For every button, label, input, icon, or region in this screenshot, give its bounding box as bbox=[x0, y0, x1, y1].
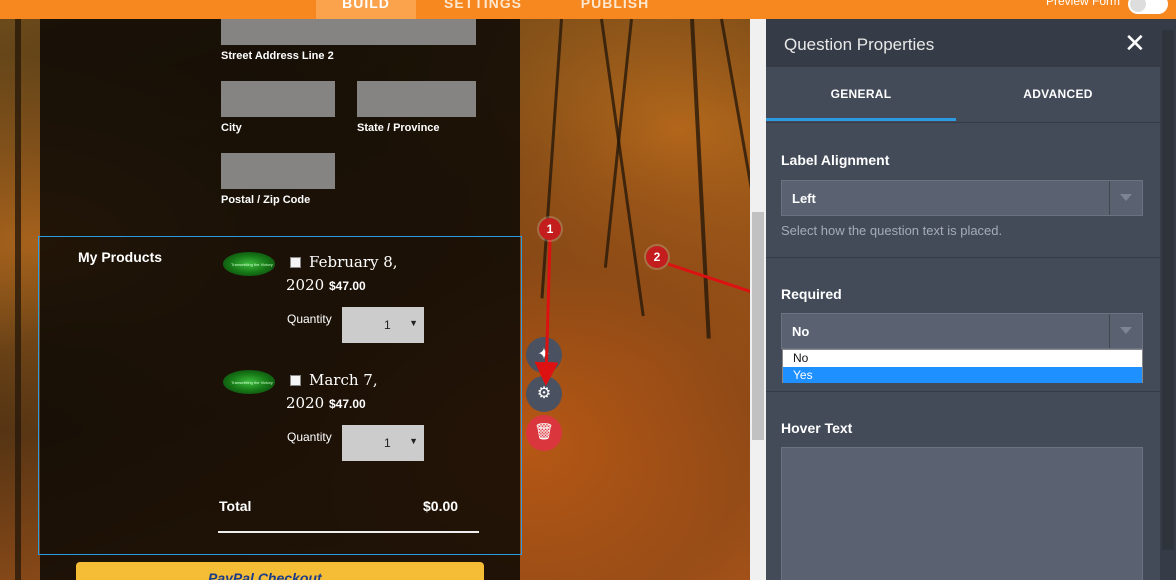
street-line2-input[interactable] bbox=[221, 19, 476, 45]
product-checkbox[interactable] bbox=[290, 375, 301, 386]
annotation-badge-2: 2 bbox=[646, 246, 668, 268]
city-label: City bbox=[221, 122, 242, 134]
chevron-down-icon: ▼ bbox=[409, 436, 418, 446]
gear-icon[interactable]: ⚙ bbox=[526, 376, 562, 412]
product-name-line2: 2020 bbox=[286, 394, 325, 412]
quantity-select[interactable]: 1 ▼ bbox=[342, 307, 424, 343]
product-price: $47.00 bbox=[328, 397, 366, 411]
thumbnail-text: Transmitting the Victory bbox=[231, 380, 273, 385]
close-icon[interactable]: ✕ bbox=[1124, 30, 1146, 56]
required-option-yes[interactable]: Yes bbox=[783, 367, 1142, 383]
required-value: No bbox=[792, 324, 810, 339]
canvas-scrollbar-thumb[interactable] bbox=[752, 212, 764, 440]
city-input[interactable] bbox=[221, 81, 335, 117]
top-bar: BUILD SETTINGS PUBLISH Preview Form bbox=[0, 0, 1176, 19]
paypal-checkout-button[interactable]: PayPal Checkout bbox=[76, 562, 484, 580]
required-options-list: No Yes bbox=[782, 349, 1143, 383]
label-alignment-hint: Select how the question text is placed. bbox=[781, 223, 1003, 238]
hover-text-input[interactable] bbox=[781, 447, 1143, 580]
chevron-down-icon bbox=[1120, 327, 1132, 334]
panel-title: Question Properties bbox=[784, 35, 935, 54]
trash-icon[interactable]: 🗑 bbox=[526, 415, 562, 451]
quantity-value: 1 bbox=[384, 318, 391, 332]
panel-scrollbar-thumb[interactable] bbox=[1162, 30, 1174, 550]
street-line2-label: Street Address Line 2 bbox=[221, 50, 334, 62]
label-alignment-select[interactable]: Left bbox=[781, 180, 1143, 216]
product-thumbnail: Transmitting the Victory bbox=[223, 370, 275, 394]
section-divider bbox=[766, 257, 1160, 258]
label-alignment-value: Left bbox=[792, 191, 816, 206]
thumbnail-text: Transmitting the Victory bbox=[231, 262, 273, 267]
required-option-no[interactable]: No bbox=[783, 350, 1142, 366]
products-title: My Products bbox=[78, 249, 163, 265]
section-divider bbox=[766, 391, 1160, 392]
annotation-badge-1: 1 bbox=[539, 218, 561, 240]
product-name-line2: 2020 bbox=[286, 276, 325, 294]
product-name: February 8, 2020 $47.00 bbox=[286, 251, 398, 298]
hover-text-heading: Hover Text bbox=[781, 420, 853, 436]
select-separator bbox=[1109, 181, 1110, 215]
quantity-label: Quantity bbox=[287, 430, 332, 444]
tab-settings[interactable]: SETTINGS bbox=[418, 0, 548, 19]
postal-input[interactable] bbox=[221, 153, 335, 189]
preview-form-label: Preview Form bbox=[1045, 0, 1120, 8]
select-separator bbox=[1109, 314, 1110, 348]
quantity-value: 1 bbox=[384, 436, 391, 450]
tab-build[interactable]: BUILD bbox=[316, 0, 416, 19]
product-name-line1: March 7, bbox=[309, 371, 378, 389]
product-name-line1: February 8, bbox=[309, 253, 398, 271]
state-input[interactable] bbox=[357, 81, 476, 117]
quantity-select[interactable]: 1 ▼ bbox=[342, 425, 424, 461]
tab-advanced[interactable]: ADVANCED bbox=[960, 67, 1156, 121]
product-thumbnail: Transmitting the Victory bbox=[223, 252, 275, 276]
postal-label: Postal / Zip Code bbox=[221, 194, 311, 206]
total-value: $0.00 bbox=[423, 498, 459, 514]
wand-icon[interactable]: ✦ bbox=[526, 337, 562, 373]
required-select[interactable]: No bbox=[781, 313, 1143, 349]
product-name: March 7, 2020 $47.00 bbox=[286, 369, 378, 416]
label-alignment-heading: Label Alignment bbox=[781, 152, 890, 168]
tab-publish[interactable]: PUBLISH bbox=[560, 0, 670, 19]
chevron-down-icon bbox=[1120, 194, 1132, 201]
preview-toggle[interactable] bbox=[1128, 0, 1168, 14]
required-heading: Required bbox=[781, 286, 842, 302]
quantity-label: Quantity bbox=[287, 312, 332, 326]
total-divider bbox=[218, 531, 479, 533]
product-price: $47.00 bbox=[328, 279, 366, 293]
state-label: State / Province bbox=[357, 122, 440, 134]
tab-general[interactable]: GENERAL bbox=[766, 67, 956, 121]
product-checkbox[interactable] bbox=[290, 257, 301, 268]
tabs-divider bbox=[766, 122, 1160, 123]
total-label: Total bbox=[219, 498, 252, 514]
chevron-down-icon: ▼ bbox=[409, 318, 418, 328]
